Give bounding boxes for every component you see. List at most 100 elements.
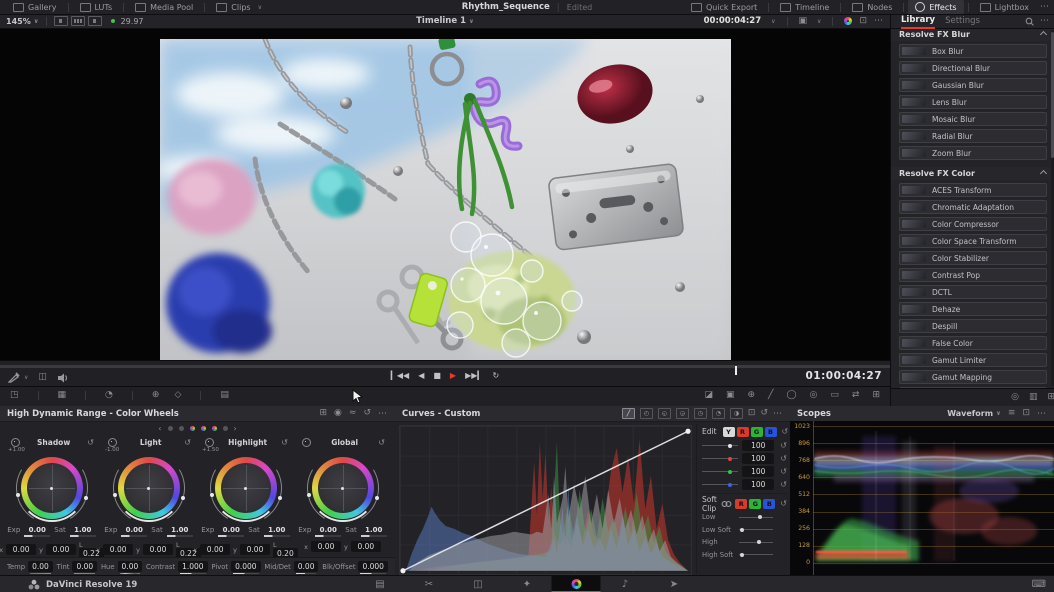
parameter-slider[interactable]: [30, 573, 51, 575]
effect-item[interactable]: Despill: [899, 319, 1047, 333]
page-cut[interactable]: ✂: [405, 576, 454, 592]
timeline-selector[interactable]: Timeline 1∨: [416, 16, 474, 26]
scope-settings-icon[interactable]: ≡: [1008, 409, 1016, 418]
channel-value[interactable]: 100: [742, 466, 774, 477]
curve-channel-r[interactable]: R: [737, 427, 749, 437]
color-wheel[interactable]: [213, 455, 279, 521]
expand-panel-icon[interactable]: ⊡: [1022, 409, 1030, 418]
timer-icon[interactable]: ◔: [105, 391, 113, 400]
soft-clip-slider[interactable]: [739, 529, 773, 530]
channel-value[interactable]: 100: [742, 479, 774, 490]
saturation-value[interactable]: 1.00: [268, 526, 285, 534]
keyboard-icon[interactable]: ⌨: [1032, 579, 1046, 590]
stop-button[interactable]: ■: [433, 371, 441, 380]
panel-menu-icon[interactable]: ⋯: [378, 409, 388, 419]
grab-still-icon[interactable]: ▣: [799, 17, 808, 26]
page-fusion[interactable]: ✦: [503, 576, 552, 592]
tracker-icon[interactable]: ◎: [810, 391, 818, 400]
pager-dot[interactable]: [212, 426, 217, 431]
waveform-toggle-icon[interactable]: ≈: [349, 409, 357, 418]
parameter-slider[interactable]: [180, 573, 205, 575]
pager-next-icon[interactable]: ›: [234, 424, 237, 433]
channel-value[interactable]: 100: [742, 440, 774, 451]
color-wheel[interactable]: [310, 455, 376, 521]
wheel-center-handle[interactable]: [244, 487, 247, 490]
lightbox-button[interactable]: Lightbox: [973, 0, 1036, 14]
grid-overlay-icon[interactable]: ▤: [220, 391, 229, 400]
pager-dot[interactable]: [168, 426, 173, 431]
reset-icon[interactable]: ↺: [378, 438, 385, 447]
curve-type-custom-icon[interactable]: ╱: [622, 408, 635, 419]
parameter-slider[interactable]: [233, 573, 258, 575]
parameter-value[interactable]: 0.00: [294, 561, 319, 572]
media-pool-button[interactable]: Media Pool: [128, 0, 200, 14]
audio-mute-icon[interactable]: [57, 373, 69, 383]
search-icon[interactable]: [1025, 17, 1034, 26]
magnifier-icon[interactable]: ⊕: [152, 391, 160, 400]
reset-icon[interactable]: ↺: [87, 438, 94, 447]
gallery-button[interactable]: Gallery: [6, 0, 64, 14]
reset-icon[interactable]: ↺: [780, 441, 787, 450]
channel-slider[interactable]: [702, 458, 738, 459]
wheel-side-handle[interactable]: [113, 493, 117, 497]
saturation-value[interactable]: 1.00: [171, 526, 188, 534]
effect-item[interactable]: Gamut Mapping: [899, 370, 1047, 384]
pager-dot[interactable]: [201, 426, 206, 431]
panel-menu-icon[interactable]: ⋯: [773, 409, 783, 419]
effect-item[interactable]: Dehaze: [899, 302, 1047, 316]
color-picker-tool-icon[interactable]: [8, 372, 21, 383]
wheel-x-value[interactable]: 0.00: [6, 544, 36, 555]
effects-section-header[interactable]: Resolve FX Color: [891, 167, 1054, 180]
exposure-value[interactable]: 0.00: [223, 526, 240, 534]
parameter-value[interactable]: 0.00: [72, 561, 97, 572]
curve-type-hue-hue-icon[interactable]: ◴: [640, 408, 653, 419]
page-media[interactable]: ▤: [356, 576, 405, 592]
add-zone-icon[interactable]: ⊞: [320, 409, 328, 418]
wheel-center-handle[interactable]: [147, 487, 150, 490]
reset-icon[interactable]: ↺: [780, 467, 787, 476]
channel-value[interactable]: 100: [742, 453, 774, 464]
page-color[interactable]: [552, 576, 601, 592]
wheel-y-value[interactable]: 0.00: [240, 544, 270, 555]
color-boost-icon[interactable]: [844, 17, 852, 25]
pager-dot[interactable]: [190, 426, 195, 431]
effects-options-icon[interactable]: ⋯: [1040, 16, 1050, 26]
chevron-down-icon[interactable]: ∨: [817, 18, 821, 25]
wheel-side-handle[interactable]: [16, 493, 20, 497]
channel-slider[interactable]: [702, 471, 738, 472]
scope-layout-icon[interactable]: ▥: [1029, 393, 1038, 402]
saturation-slider[interactable]: [167, 535, 193, 537]
wheel-side-handle[interactable]: [307, 493, 311, 497]
curve-type-sat-sat-icon[interactable]: ◔: [712, 408, 725, 419]
wheel-side-handle[interactable]: [278, 496, 282, 500]
wheel-x-value[interactable]: 0.00: [200, 544, 230, 555]
preview-eye-icon[interactable]: ◎: [1011, 393, 1019, 402]
soft-clip-slider[interactable]: [739, 554, 773, 555]
reference-still-icon[interactable]: ▣: [726, 391, 735, 400]
soft-clip-channel-b[interactable]: B: [763, 499, 775, 509]
effect-item[interactable]: Color Compressor: [899, 217, 1047, 231]
chevron-down-icon[interactable]: ∨: [24, 374, 28, 381]
skip-end-button[interactable]: ▶▶▎: [465, 371, 483, 380]
wheel-side-handle[interactable]: [181, 496, 185, 500]
reset-icon[interactable]: ↺: [760, 409, 768, 418]
page-fairlight[interactable]: ♪: [601, 576, 650, 592]
pager-prev-icon[interactable]: ‹: [158, 424, 161, 433]
effect-item[interactable]: DCTL: [899, 285, 1047, 299]
curve-type-lum-sat-icon[interactable]: ◷: [694, 408, 707, 419]
soft-clip-slider[interactable]: [739, 517, 773, 518]
pager-dot[interactable]: [179, 426, 184, 431]
wheel-center-handle[interactable]: [341, 487, 344, 490]
split-screen-icon[interactable]: ◪: [704, 391, 713, 400]
clips-button[interactable]: Clips ∨: [209, 0, 269, 14]
unmix-icon[interactable]: ◫: [38, 373, 47, 382]
single-viewer-button[interactable]: [54, 16, 68, 26]
tab-library[interactable]: Library: [901, 14, 935, 29]
split-viewer-button[interactable]: [71, 16, 85, 26]
step-back-button[interactable]: ◀: [418, 371, 424, 380]
effect-item[interactable]: ACES Transform: [899, 183, 1047, 197]
exposure-value[interactable]: 0.00: [320, 526, 337, 534]
parameter-value[interactable]: 1.000: [178, 561, 207, 572]
saturation-value[interactable]: 1.00: [365, 526, 382, 534]
swap-ab-icon[interactable]: ⇄: [852, 391, 860, 400]
